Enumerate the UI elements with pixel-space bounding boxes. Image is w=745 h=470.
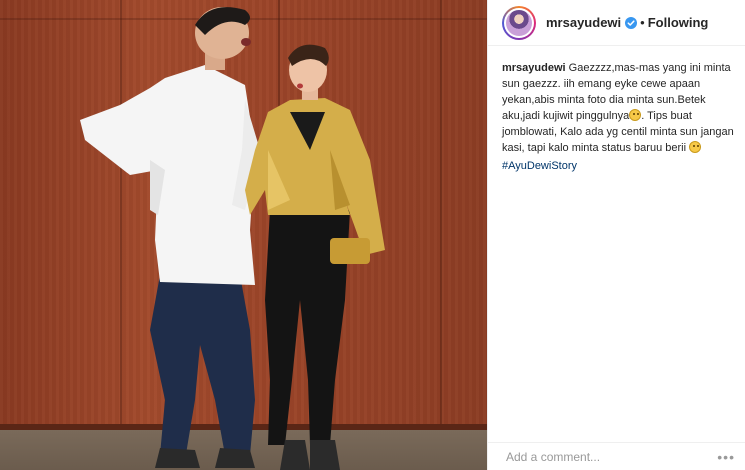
header-separator: • [640, 15, 645, 30]
post-caption: mrsayudewi Gaezzzz,mas-mas yang ini mint… [488, 46, 745, 174]
post-side-panel: mrsayudewi • Following mrsayudewi Gaezzz… [487, 0, 745, 470]
woman-figure [245, 44, 385, 470]
man-figure [80, 7, 260, 468]
avatar[interactable] [502, 5, 536, 40]
header-username[interactable]: mrsayudewi [546, 15, 621, 30]
more-options-icon[interactable]: ••• [717, 450, 735, 464]
avatar-image [506, 9, 532, 36]
comment-bar: ••• [488, 442, 745, 470]
post-header: mrsayudewi • Following [488, 0, 745, 46]
comment-input[interactable] [506, 449, 718, 464]
hashtag-link[interactable]: #AyuDewiStory [502, 158, 735, 174]
post-photo[interactable] [0, 0, 487, 470]
caption-username[interactable]: mrsayudewi [502, 62, 566, 74]
smiling-face-emoji-icon [689, 141, 702, 153]
following-button[interactable]: Following [648, 15, 709, 30]
avatar-ring [504, 7, 534, 38]
smiling-face-emoji-icon [629, 109, 642, 121]
verified-badge-icon [625, 16, 638, 29]
photo-people-illustration [80, 7, 385, 470]
instagram-post: mrsayudewi • Following mrsayudewi Gaezzz… [0, 0, 745, 470]
